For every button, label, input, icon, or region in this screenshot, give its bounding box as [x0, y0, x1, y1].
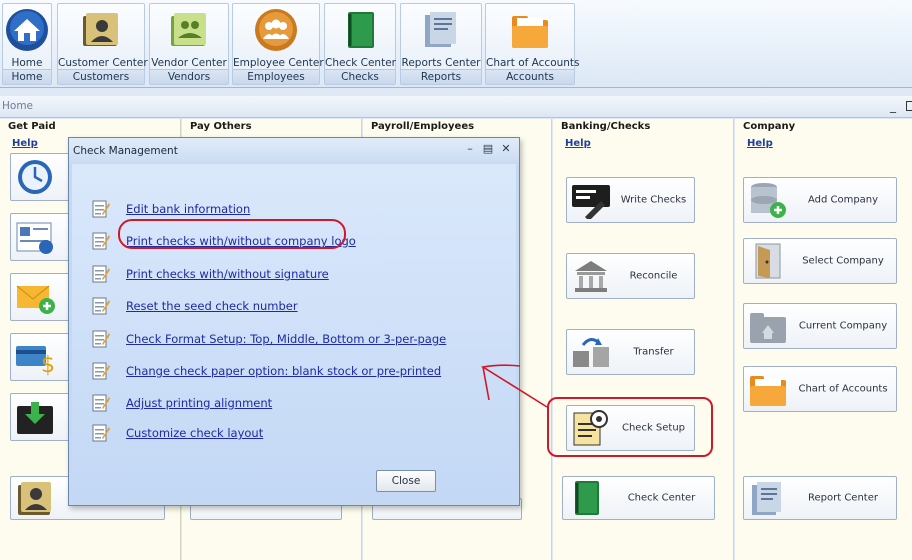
annotation-arrow: [480, 364, 548, 408]
